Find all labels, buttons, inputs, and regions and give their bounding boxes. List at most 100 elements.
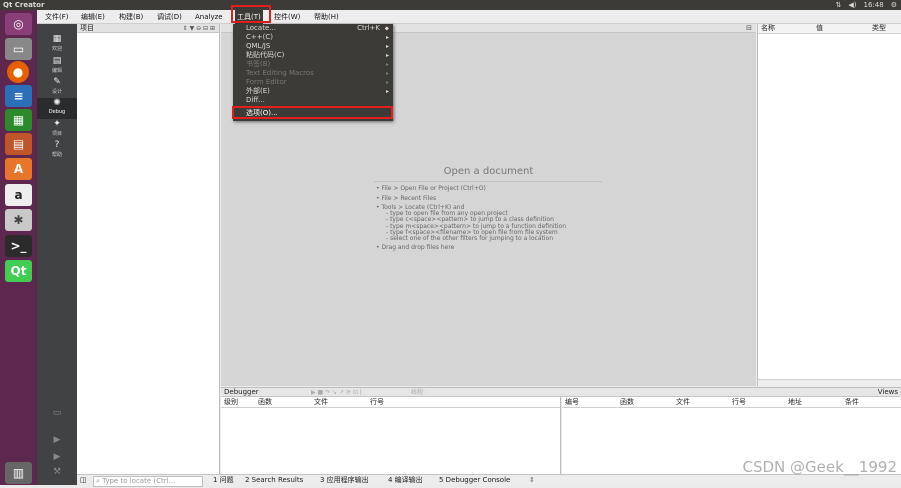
hint-line: - type c<space><pattern> to jump to a cl… [386, 216, 554, 223]
menu-file[interactable]: 文件(F) [45, 10, 69, 24]
clock[interactable]: 16:48 [864, 0, 884, 10]
menu-item-label: Locate... [246, 24, 276, 32]
menu-expand-icon: ⬥ [384, 25, 389, 32]
system-settings-icon[interactable]: ✱ [5, 209, 32, 231]
tools-menu-highlight [231, 5, 271, 23]
column-header[interactable]: 行号 [732, 397, 746, 407]
mode-design[interactable]: ✎ 设计 [37, 77, 77, 98]
submenu-arrow-icon: ▸ [385, 61, 389, 68]
debug-controls[interactable]: ▶ ■ ↷ ↘ ↗ ⟳ ⊡ | [311, 388, 362, 397]
software-center-icon[interactable]: A [5, 158, 32, 180]
divider [221, 407, 560, 408]
hint-line: • Drag and drop files here [376, 244, 455, 251]
tab-debugger-console[interactable]: 5 Debugger Console [439, 475, 510, 486]
wrench-icon: ✦ [53, 119, 61, 129]
tab-app-output[interactable]: 3 应用程序输出 [320, 475, 369, 486]
column-header[interactable]: 文件 [314, 397, 328, 407]
mode-debug[interactable]: ✺ Debug [37, 98, 77, 119]
mode-label: Debug [48, 109, 66, 115]
device-selector[interactable]: ▭ [37, 408, 77, 429]
menu-item-bookmarks: 书签(B) ▸ [233, 60, 393, 69]
impress-icon[interactable]: ▤ [5, 133, 32, 155]
mode-edit[interactable]: ▤ 编辑 [37, 56, 77, 77]
column-header[interactable]: 函数 [258, 397, 272, 407]
writer-icon[interactable]: ≡ [5, 85, 32, 107]
menu-analyze[interactable]: Analyze [195, 10, 223, 24]
project-panel-header: 项目 ⇕ ▼ ⊖ ⊟ ⊞ [77, 24, 219, 33]
tab-issues[interactable]: 1 问题 [213, 475, 234, 486]
menu-edit[interactable]: 编辑(E) [81, 10, 105, 24]
menu-item-form-editor: Form Editor ▸ [233, 78, 393, 87]
divider [562, 407, 901, 408]
hint-line: - select one of the other filters for ju… [386, 235, 553, 242]
menu-debug[interactable]: 调试(D) [157, 10, 182, 24]
menu-controls[interactable]: 控件(W) [274, 10, 300, 24]
terminal-icon[interactable]: >_ [5, 235, 32, 257]
split-icon[interactable]: ⊟ [746, 24, 752, 33]
column-header[interactable]: 地址 [788, 397, 802, 407]
column-header[interactable]: 函数 [620, 397, 634, 407]
menu-help[interactable]: 帮助(H) [314, 10, 339, 24]
tab-compile-output[interactable]: 4 编译输出 [388, 475, 423, 486]
column-header[interactable]: 名称 [761, 24, 775, 33]
debugger-selector[interactable]: Debugger [224, 388, 259, 397]
debugger-toolbar: Debugger ▶ ■ ↷ ↘ ↗ ⟳ ⊡ | 线程: Views [221, 387, 901, 397]
amazon-icon[interactable]: a [5, 184, 32, 206]
qt-creator-icon[interactable]: Qt [5, 260, 32, 282]
column-header[interactable]: 条件 [845, 397, 859, 407]
hammer-icon: ⚒ [52, 467, 62, 477]
calc-icon[interactable]: ▦ [5, 109, 32, 131]
menu-item-label: QML/JS [246, 42, 271, 50]
help-icon: ? [54, 140, 60, 150]
dash-icon[interactable]: ◎ [5, 13, 32, 35]
column-header[interactable]: 文件 [676, 397, 690, 407]
mode-label: 帮助 [51, 152, 62, 158]
menu-item-paste-code[interactable]: 粘贴代码(C) ▸ [233, 51, 393, 60]
locator-placeholder: Type to locate (Ctrl... [102, 477, 176, 485]
threads-label: 线程: [411, 389, 426, 396]
firefox-icon[interactable]: ● [7, 61, 29, 83]
open-document-title: Open a document [443, 166, 534, 177]
launcher: ◎ ▭ ● ≡ ▦ ▤ A a ✱ >_ Qt ▥ [0, 10, 37, 485]
more-tabs-icon[interactable]: ⇕ [529, 475, 535, 486]
project-panel: 项目 ⇕ ▼ ⊖ ⊟ ⊞ [77, 24, 220, 474]
menu-item-external[interactable]: 外部(E) ▸ [233, 87, 393, 96]
menu-item-locate[interactable]: Locate... Ctrl+K ⬥ [233, 24, 393, 33]
mode-label: 编辑 [51, 68, 62, 74]
mode-welcome[interactable]: ▦ 欢迎 [37, 34, 77, 55]
column-header[interactable]: 值 [816, 24, 823, 33]
menu-build[interactable]: 构建(B) [119, 10, 143, 24]
menu-item-shortcut: Ctrl+K [357, 24, 380, 32]
menu-item-qmljs[interactable]: QML/JS ▸ [233, 42, 393, 51]
horizontal-scrollbar[interactable] [758, 379, 901, 386]
tab-search-results[interactable]: 2 Search Results [245, 475, 303, 486]
mode-help[interactable]: ? 帮助 [37, 140, 77, 161]
column-header[interactable]: 级别 [224, 397, 238, 407]
column-header[interactable]: 行号 [370, 397, 384, 407]
mode-label: 欢迎 [51, 46, 62, 52]
menu-item-label: 书签(B) [246, 60, 271, 68]
system-tray: ⇅ ◀) 16:48 ⚙ [836, 0, 897, 10]
volume-icon[interactable]: ◀) [848, 0, 856, 10]
trash-icon[interactable]: ▥ [5, 462, 32, 484]
submenu-arrow-icon: ▸ [385, 34, 389, 41]
panel-toolbar-icons[interactable]: ⇕ ▼ ⊖ ⊟ ⊞ [183, 24, 215, 33]
mode-projects[interactable]: ✦ 项目 [37, 119, 77, 140]
menu-item-cpp[interactable]: C++(C) ▸ [233, 33, 393, 42]
settings-gear-icon[interactable]: ⚙ [891, 0, 897, 10]
divider [374, 181, 602, 182]
menubar: 文件(F) 编辑(E) 构建(B) 调试(D) Analyze 工具(T) 控件… [37, 10, 901, 24]
views-button[interactable]: Views [878, 388, 898, 397]
watermark: CSDN @Geek__1992 [742, 458, 897, 476]
locator-input[interactable]: ⌕ Type to locate (Ctrl... [93, 476, 203, 487]
options-item-highlight [232, 106, 393, 119]
column-header[interactable]: 编号 [565, 397, 579, 407]
toggle-sidebar-icon[interactable]: ◫ [80, 475, 87, 486]
files-icon[interactable]: ▭ [5, 38, 32, 60]
submenu-arrow-icon: ▸ [385, 70, 389, 77]
network-icon[interactable]: ⇅ [836, 0, 842, 10]
system-top-bar: Qt Creator ⇅ ◀) 16:48 ⚙ [0, 0, 901, 10]
menu-item-diff[interactable]: Diff... [233, 96, 393, 105]
menu-item-text-macros: Text Editing Macros ▸ [233, 69, 393, 78]
column-header[interactable]: 类型 [872, 24, 886, 33]
